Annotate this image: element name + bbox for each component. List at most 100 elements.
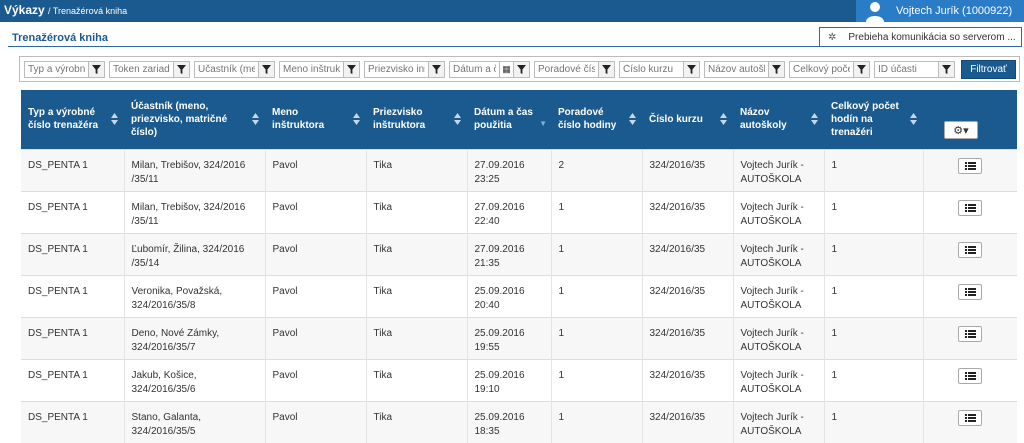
filter-input-course[interactable] — [619, 61, 684, 78]
filter-attendance-id — [874, 61, 955, 78]
table-row[interactable]: DS_PENTA 1 Veronika, Považská, 324/2016/… — [21, 274, 1017, 317]
filter-input-token[interactable] — [109, 61, 174, 78]
training-log-table: Typ a výrobné číslo trenažéra Účastník (… — [21, 90, 1017, 443]
cell-actions — [923, 148, 1017, 191]
row-detail-button[interactable] — [958, 325, 983, 342]
user-icon — [866, 2, 884, 22]
row-detail-button[interactable] — [958, 241, 983, 258]
user-menu[interactable]: Vojtech Jurík (1000922) — [856, 0, 1024, 22]
cell-instructor-first: Pavol — [265, 316, 367, 359]
cell-course: 324/2016/35 — [642, 148, 734, 191]
column-header-participant[interactable]: Účastník (meno, priezvisko, matričné čís… — [124, 90, 265, 149]
cell-participant: Jakub, Košice, 324/2016/35/6 — [124, 358, 266, 401]
row-detail-button[interactable] — [958, 283, 983, 300]
row-detail-button[interactable] — [958, 409, 983, 426]
column-header-type[interactable]: Typ a výrobné číslo trenažéra — [21, 90, 124, 149]
sort-arrows-icon[interactable] — [629, 113, 636, 126]
sort-arrows-icon[interactable] — [811, 113, 818, 126]
cell-time: 22:40 — [474, 215, 500, 227]
cell-lesson: 1 — [551, 190, 643, 233]
table-row[interactable]: DS_PENTA 1 Jakub, Košice, 324/2016/35/6 … — [21, 358, 1017, 401]
filter-funnel-icon[interactable] — [514, 61, 530, 78]
filter-input-school[interactable] — [704, 61, 769, 78]
spinner-icon: ✲ — [828, 31, 837, 43]
filter-funnel-icon[interactable] — [599, 61, 615, 78]
cell-lesson: 1 — [551, 400, 643, 443]
filter-participant — [194, 61, 275, 78]
column-header-instructor-last[interactable]: Priezvisko inštruktora — [366, 90, 467, 149]
list-icon — [964, 245, 976, 254]
filter-input-attendance-id[interactable] — [874, 61, 939, 78]
filter-input-type[interactable] — [24, 61, 89, 78]
column-header-date[interactable]: Dátum a čas použitia ▼ — [467, 90, 551, 149]
cell-date: 25.09.2016 — [474, 411, 525, 423]
cell-total: 1 — [824, 232, 924, 275]
column-header-lesson[interactable]: Poradové číslo hodiny — [551, 90, 642, 149]
filter-input-instructor-last[interactable] — [364, 61, 429, 78]
table-row[interactable]: DS_PENTA 1 Ľubomír, Žilina, 324/2016 /35… — [21, 232, 1017, 275]
cell-actions — [923, 274, 1017, 317]
cell-instructor-last: Tika — [366, 148, 468, 191]
table-row[interactable]: DS_PENTA 1 Milan, Trebišov, 324/2016 /35… — [21, 148, 1017, 191]
list-icon — [964, 161, 976, 170]
filter-input-lesson[interactable] — [534, 61, 599, 78]
cell-instructor-last: Tika — [366, 358, 468, 401]
cell-type: DS_PENTA 1 — [21, 274, 125, 317]
row-detail-button[interactable] — [958, 199, 983, 216]
cell-participant: Deno, Nové Zámky, 324/2016/35/7 — [124, 316, 266, 359]
cell-datetime: 25.09.2016 18:35 — [467, 400, 552, 443]
cell-course: 324/2016/35 — [642, 190, 734, 233]
filter-date: ▦ — [449, 61, 530, 78]
sort-arrows-icon[interactable] — [454, 113, 461, 126]
filter-funnel-icon[interactable] — [259, 61, 275, 78]
sort-desc-icon[interactable]: ▼ — [539, 117, 547, 130]
sort-arrows-icon[interactable] — [720, 113, 727, 126]
filter-input-total[interactable] — [789, 61, 854, 78]
filter-funnel-icon[interactable] — [89, 61, 105, 78]
column-header-course[interactable]: Číslo kurzu — [642, 90, 733, 149]
filter-funnel-icon[interactable] — [939, 61, 955, 78]
table-row[interactable]: DS_PENTA 1 Milan, Trebišov, 324/2016 /35… — [21, 190, 1017, 233]
column-settings-button[interactable]: ⚙▾ — [944, 121, 978, 139]
sort-arrows-icon[interactable] — [252, 113, 259, 126]
row-detail-button[interactable] — [958, 367, 983, 384]
cell-type: DS_PENTA 1 — [21, 358, 125, 401]
cell-time: 23:25 — [474, 173, 500, 185]
cell-datetime: 25.09.2016 19:10 — [467, 358, 552, 401]
cell-date: 27.09.2016 — [474, 243, 525, 255]
cell-datetime: 25.09.2016 19:55 — [467, 316, 552, 359]
column-header-school[interactable]: Názov autoškoly — [733, 90, 824, 149]
table-row[interactable]: DS_PENTA 1 Deno, Nové Zámky, 324/2016/35… — [21, 316, 1017, 359]
filter-input-date[interactable] — [449, 61, 500, 78]
filter-funnel-icon[interactable] — [854, 61, 870, 78]
sort-arrows-icon[interactable] — [910, 113, 917, 126]
list-icon — [964, 371, 976, 380]
page-title: Trenažérová kniha — [12, 32, 108, 44]
app-name[interactable]: Výkazy — [4, 3, 45, 17]
cell-school: Vojtech Jurík - AUTOŠKOLA — [733, 232, 825, 275]
filter-funnel-icon[interactable] — [344, 61, 360, 78]
filter-submit-button[interactable]: Filtrovať — [961, 60, 1016, 79]
cell-instructor-first: Pavol — [265, 190, 367, 233]
calendar-icon[interactable]: ▦ — [500, 61, 514, 78]
filter-input-instructor-first[interactable] — [279, 61, 344, 78]
filter-input-participant[interactable] — [194, 61, 259, 78]
table-row[interactable]: DS_PENTA 1 Stano, Galanta, 324/2016/35/5… — [21, 400, 1017, 443]
cell-date: 27.09.2016 — [474, 201, 525, 213]
cell-datetime: 27.09.2016 23:25 — [467, 148, 552, 191]
filter-funnel-icon[interactable] — [769, 61, 785, 78]
sort-arrows-icon[interactable] — [353, 113, 360, 126]
cell-participant: Stano, Galanta, 324/2016/35/5 — [124, 400, 266, 443]
server-notice-text: Prebieha komunikácia so serverom ... — [848, 31, 1016, 43]
sort-arrows-icon[interactable] — [111, 113, 118, 126]
column-header-total[interactable]: Celkový počet hodín na trenažéri — [824, 90, 923, 149]
filter-funnel-icon[interactable] — [429, 61, 445, 78]
filter-funnel-icon[interactable] — [174, 61, 190, 78]
cell-total: 1 — [824, 400, 924, 443]
cell-type: DS_PENTA 1 — [21, 190, 125, 233]
row-detail-button[interactable] — [958, 157, 983, 174]
cell-total: 1 — [824, 358, 924, 401]
column-header-instructor-first[interactable]: Meno inštruktora — [265, 90, 366, 149]
server-notice: ✲ Prebieha komunikácia so serverom ... — [819, 27, 1022, 47]
filter-funnel-icon[interactable] — [684, 61, 700, 78]
